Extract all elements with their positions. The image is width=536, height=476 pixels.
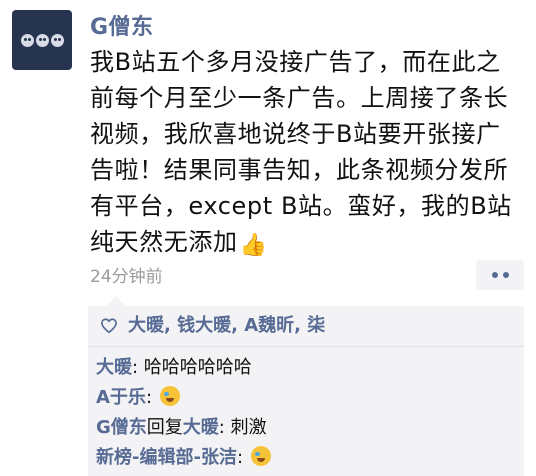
reply-word: 回复	[146, 417, 183, 438]
comment-item[interactable]: 大暖: 哈哈哈哈哈哈	[96, 353, 514, 383]
comment-text: 刺激	[230, 417, 267, 438]
comment-separator: :	[145, 387, 158, 408]
dot-icon	[502, 272, 509, 278]
reply-to-name[interactable]: 大暖	[183, 417, 219, 438]
commenter-name[interactable]: 新榜-编辑部-张洁	[96, 447, 237, 468]
likes-names[interactable]: 大暖, 钱大暖, A魏昕, 柒	[128, 314, 325, 338]
comment-item[interactable]: G僧东回复大暖: 刺激	[96, 413, 514, 443]
avatar-face-icon	[50, 33, 64, 47]
post-text: 我B站五个多月没接广告了，而在此之 前每个月至少一条广告。上周接了条长 视频，我…	[90, 44, 526, 264]
laughing-crying-emoji-icon	[250, 446, 271, 466]
comments-list: 大暖: 哈哈哈哈哈哈 A于乐: G僧东回复大暖: 刺激 新榜-编辑部-张洁:	[88, 347, 524, 473]
comment-item[interactable]: A于乐:	[96, 383, 514, 413]
thumbs-up-icon: 👍	[239, 233, 268, 258]
commenter-name[interactable]: 大暖	[96, 357, 132, 378]
dot-icon	[491, 272, 498, 278]
interaction-panel: 大暖, 钱大暖, A魏昕, 柒 大暖: 哈哈哈哈哈哈 A于乐: G僧东回复大暖:…	[88, 296, 524, 476]
heart-icon	[101, 318, 117, 334]
commenter-name[interactable]: A于乐	[96, 387, 146, 408]
likes-row: 大暖, 钱大暖, A魏昕, 柒	[88, 306, 524, 347]
post-timestamp: 24分钟前	[90, 267, 163, 287]
avatar[interactable]	[12, 10, 72, 70]
post-body: 我B站五个多月没接广告了，而在此之 前每个月至少一条广告。上周接了条长 视频，我…	[90, 48, 512, 256]
comment-separator: :	[236, 447, 249, 468]
avatar-face-icon	[35, 33, 49, 47]
commenter-name[interactable]: G僧东	[96, 417, 147, 438]
comment-separator: :	[218, 417, 231, 438]
avatar-face-icon	[20, 33, 34, 47]
comment-separator: :	[132, 357, 144, 378]
comment-item[interactable]: 新榜-编辑部-张洁:	[96, 443, 514, 473]
comment-text: 哈哈哈哈哈哈	[143, 357, 252, 378]
moments-post: G僧东 我B站五个多月没接广告了，而在此之 前每个月至少一条广告。上周接了条长 …	[0, 0, 536, 476]
more-actions-button[interactable]	[476, 260, 524, 290]
laughing-crying-emoji-icon	[159, 386, 180, 406]
author-name[interactable]: G僧东	[90, 9, 154, 41]
